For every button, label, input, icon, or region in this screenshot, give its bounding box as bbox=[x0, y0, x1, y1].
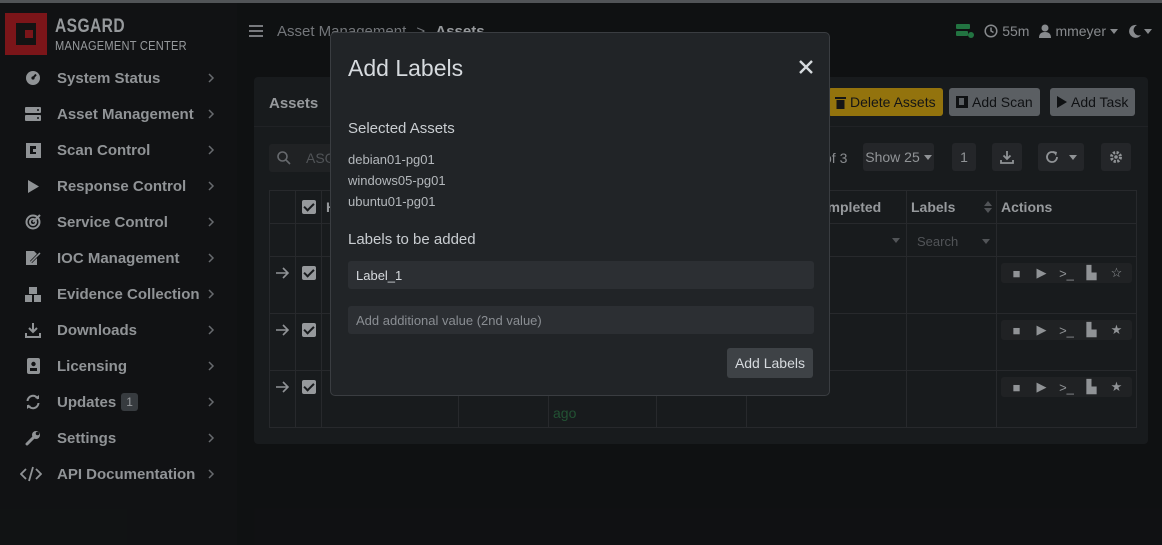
selected-asset-item: debian01-pg01 bbox=[348, 152, 435, 167]
add-labels-modal: Add Labels Selected Assets debian01-pg01… bbox=[330, 32, 830, 396]
selected-assets-heading: Selected Assets bbox=[348, 120, 455, 137]
label-value-input[interactable] bbox=[348, 261, 814, 289]
selected-asset-item: ubuntu01-pg01 bbox=[348, 194, 436, 209]
modal-title: Add Labels bbox=[348, 55, 464, 81]
second-value-input[interactable] bbox=[348, 306, 814, 334]
add-labels-button-label: Add Labels bbox=[734, 355, 805, 371]
selected-asset-item: windows05-pg01 bbox=[348, 173, 446, 188]
labels-to-add-heading: Labels to be added bbox=[348, 231, 476, 248]
add-labels-button[interactable]: Add Labels bbox=[726, 348, 813, 378]
close-icon[interactable] bbox=[797, 58, 815, 76]
